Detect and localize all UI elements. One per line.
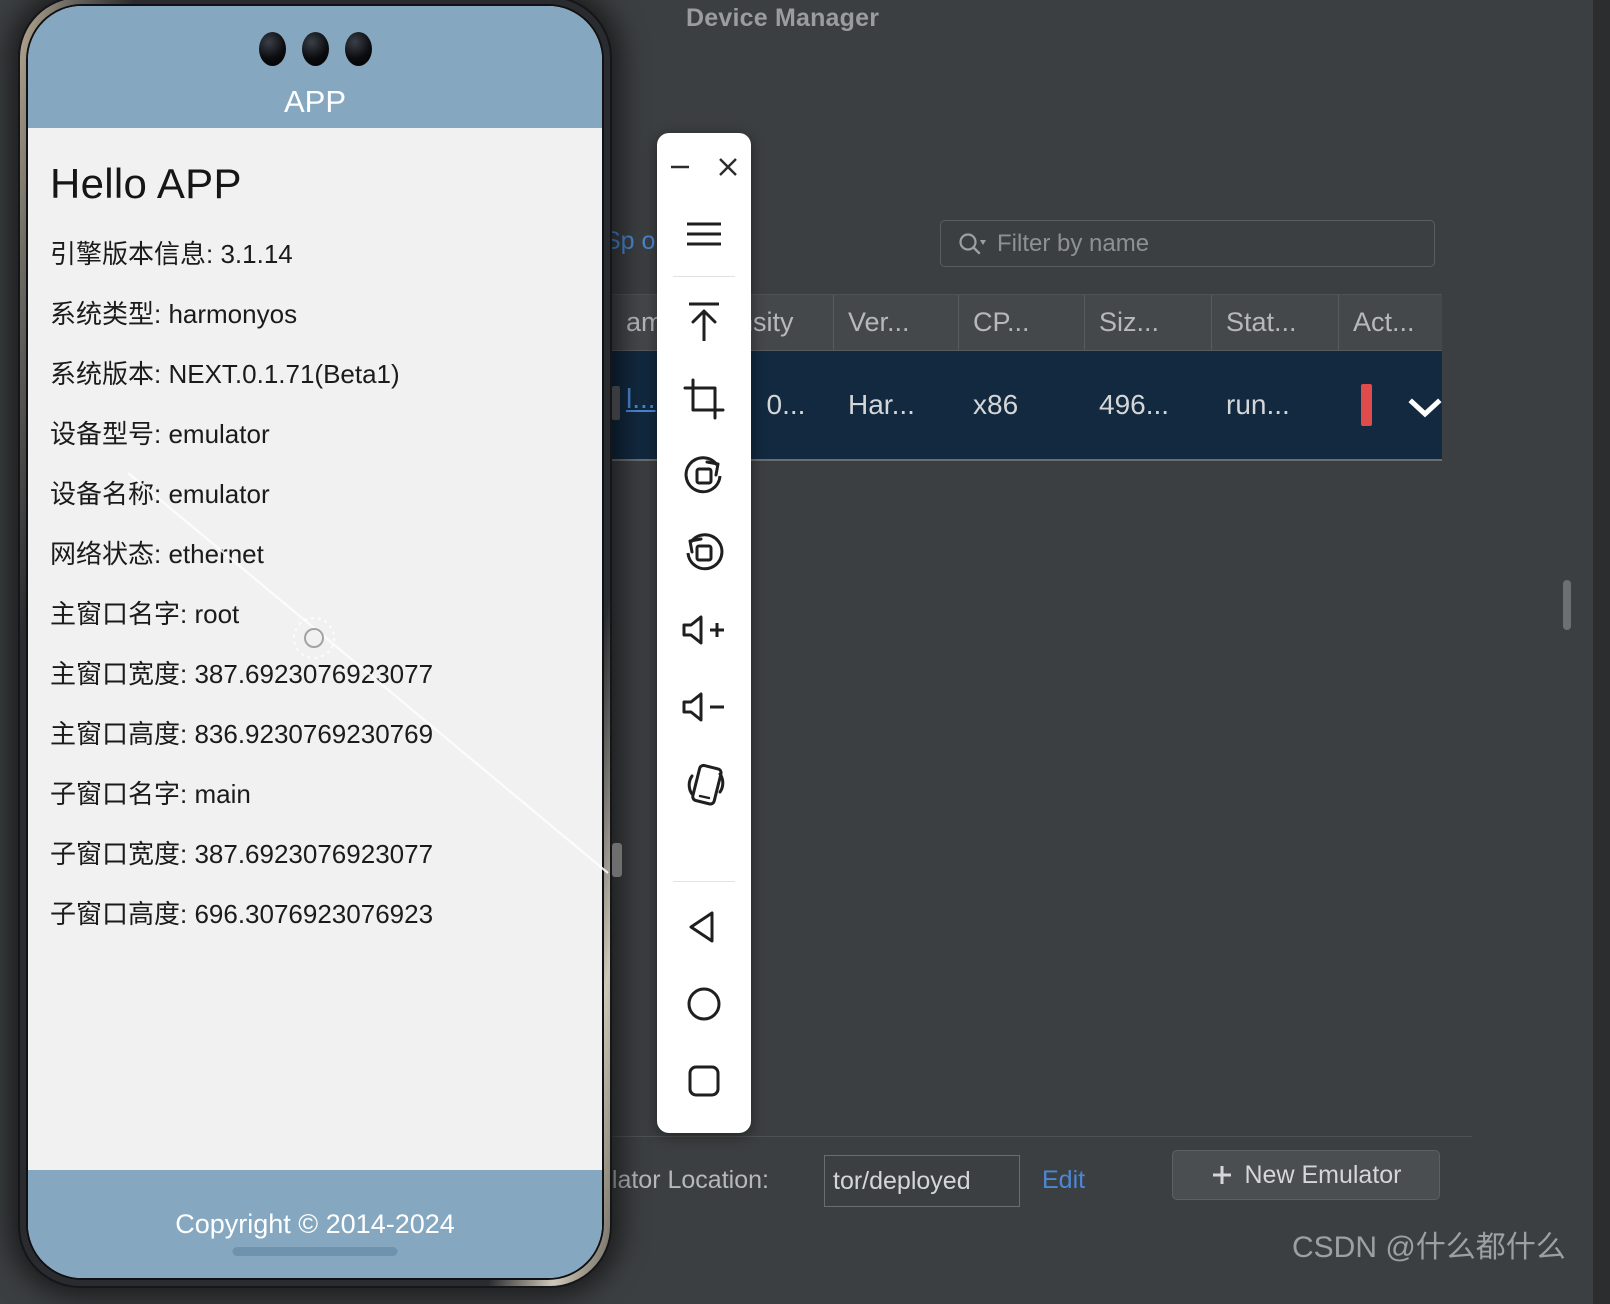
info-line-system-type: 系统类型: harmonyos xyxy=(50,299,298,329)
emulator-location-label: ulator Location: xyxy=(598,1166,769,1194)
info-line-sub-window-width: 子窗口宽度: 387.6923076923077 xyxy=(50,839,434,869)
minimize-button[interactable] xyxy=(666,153,694,181)
info-line-sub-window-height: 子窗口高度: 696.3076923076923 xyxy=(50,899,434,929)
home-circle-icon[interactable] xyxy=(657,965,751,1042)
app-heading: Hello APP xyxy=(50,160,242,207)
info-line-main-window-height: 主窗口高度: 836.9230769230769 xyxy=(50,719,434,749)
cell-status: run... xyxy=(1226,389,1290,420)
menu-icon[interactable] xyxy=(657,195,751,272)
info-line-device-model: 设备型号: emulator xyxy=(50,419,270,449)
toolbar-window-buttons xyxy=(657,133,751,195)
app-footer-bar: Copyright © 2014-2024 xyxy=(28,1170,602,1278)
column-header-size[interactable]: Siz... xyxy=(1085,294,1212,351)
csdn-watermark: CSDN @什么都什么 xyxy=(1292,1231,1566,1264)
app-body: Hello APP 引擎版本信息: 3.1.14 系统类型: harmonyos… xyxy=(28,128,602,1170)
cell-size: 496... xyxy=(1099,389,1170,420)
power-icon[interactable] xyxy=(657,283,751,360)
close-button[interactable] xyxy=(714,153,742,181)
column-header-version[interactable]: Ver... xyxy=(834,294,959,351)
info-line-main-window-width: 主窗口宽度: 387.6923076923077 xyxy=(50,659,434,689)
screenshot-crop-icon[interactable] xyxy=(657,360,751,437)
cell-cpu: x86 xyxy=(973,389,1019,420)
shake-device-icon[interactable] xyxy=(657,745,751,822)
back-triangle-icon[interactable] xyxy=(657,888,751,965)
phone-screen: APP Hello APP 引擎版本信息: 3.1.14 系统类型: harmo… xyxy=(28,6,602,1278)
screenshot-root: Device Manager Sp ons Filter by name ame… xyxy=(0,0,1610,1304)
toolbar-divider-top xyxy=(673,276,735,277)
camera-dots xyxy=(28,32,602,66)
volume-up-icon[interactable] xyxy=(657,591,751,668)
info-line-system-version: 系统版本: NEXT.0.1.71(Beta1) xyxy=(50,359,400,389)
info-line-sub-window-name: 子窗口名字: main xyxy=(50,779,251,809)
toolbar-divider-bottom xyxy=(673,881,735,882)
rotate-right-icon[interactable] xyxy=(657,514,751,591)
panel-scrollbar[interactable] xyxy=(1563,580,1571,630)
volume-down-icon[interactable] xyxy=(657,668,751,745)
camera-dot-icon xyxy=(344,32,372,66)
info-line-device-name: 设备名称: emulator xyxy=(50,479,270,509)
plus-icon xyxy=(1211,1164,1233,1186)
cell-actions xyxy=(1339,351,1442,459)
new-emulator-button[interactable]: New Emulator xyxy=(1172,1150,1440,1200)
edit-link[interactable]: Edit xyxy=(1042,1166,1085,1195)
info-line-main-window-name: 主窗口名字: root xyxy=(50,599,240,629)
stop-square-icon[interactable] xyxy=(1361,384,1372,426)
emulator-location-field[interactable]: tor/deployed xyxy=(824,1155,1020,1207)
device-manager-bottom-bar: ulator Location: tor/deployed Edit New E… xyxy=(598,1150,1512,1220)
phone-side-button[interactable] xyxy=(612,386,620,420)
column-header-status[interactable]: Stat... xyxy=(1212,294,1339,351)
chevron-down-icon[interactable] xyxy=(1408,394,1442,418)
emulator-device-frame: APP Hello APP 引擎版本信息: 3.1.14 系统类型: harmo… xyxy=(8,0,622,1300)
info-line-engine-version: 引擎版本信息: 3.1.14 xyxy=(50,239,293,269)
search-input[interactable]: Filter by name xyxy=(940,220,1435,267)
search-icon xyxy=(957,231,987,257)
bottom-separator xyxy=(612,1136,1472,1137)
column-header-cpu[interactable]: CP... xyxy=(959,294,1085,351)
emulator-control-toolbar xyxy=(657,133,751,1133)
ide-right-edge xyxy=(1593,0,1610,1304)
home-indicator[interactable] xyxy=(232,1247,398,1256)
app-header-bar: APP xyxy=(28,6,602,128)
rotate-left-icon[interactable] xyxy=(657,437,751,514)
new-emulator-label: New Emulator xyxy=(1244,1160,1402,1189)
info-line-network-status: 网络状态: ethernet xyxy=(50,539,264,569)
column-header-actions[interactable]: Act... xyxy=(1339,294,1442,351)
search-placeholder: Filter by name xyxy=(997,229,1150,257)
app-title: APP xyxy=(283,84,347,119)
phone-resize-handle[interactable] xyxy=(612,843,622,877)
recents-square-icon[interactable] xyxy=(657,1042,751,1119)
copyright-text: Copyright © 2014-2024 xyxy=(175,1208,455,1239)
window-title: Device Manager xyxy=(686,4,880,32)
cell-version: Har... xyxy=(848,389,915,420)
camera-dot-icon xyxy=(301,32,329,66)
camera-dot-icon xyxy=(258,32,286,66)
